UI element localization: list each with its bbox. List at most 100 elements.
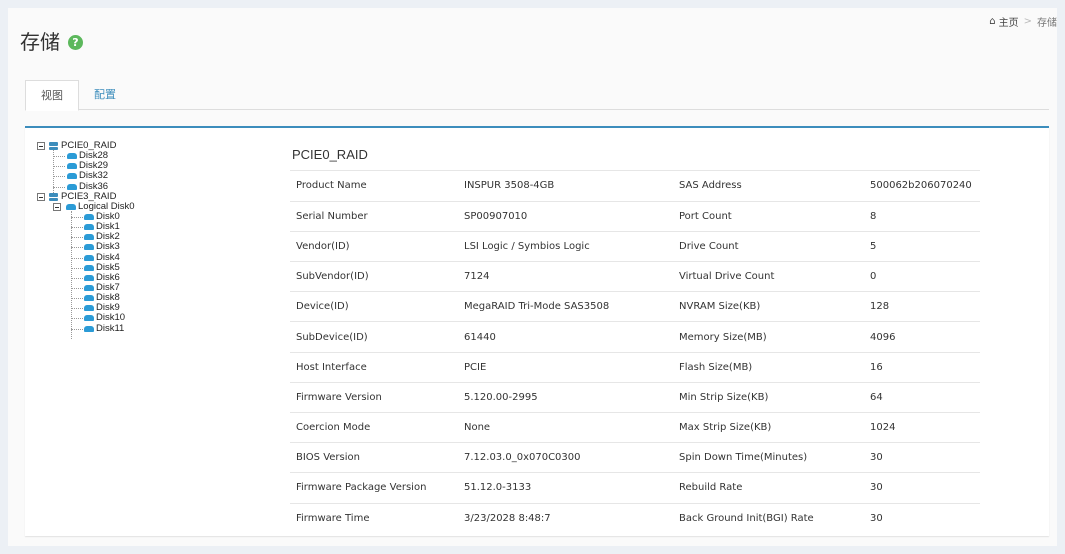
tree-node-controller[interactable]: PCIE0_RAID — [37, 140, 267, 151]
disk-icon — [84, 305, 94, 312]
tree-connector — [71, 227, 83, 229]
property-label: Drive Count — [673, 231, 864, 263]
property-value: 5 — [864, 231, 980, 263]
property-row: SubDevice(ID) 61440 Memory Size(MB) 4096 — [290, 321, 980, 353]
property-label: Product Name — [290, 171, 458, 202]
disk-icon — [67, 173, 77, 180]
tree-connector — [71, 328, 83, 330]
property-row: Firmware Time 3/23/2028 8:48:7 Back Ground… — [290, 503, 980, 533]
disk-icon — [84, 295, 94, 302]
property-value: 8 — [864, 201, 980, 232]
property-label: Rebuild Rate — [673, 472, 864, 504]
tree-connector — [71, 277, 83, 279]
property-row: BIOS Version 7.12.03.0_0x070C0300 Spin Dow… — [290, 442, 980, 474]
property-row: Product Name INSPUR 3508-4GB SAS Address 50… — [290, 171, 980, 202]
property-value: INSPUR 3508-4GB — [458, 171, 673, 202]
property-label: Port Count — [673, 201, 864, 232]
properties-table: Product Name INSPUR 3508-4GB SAS Address 50… — [290, 171, 980, 533]
property-row: Vendor(ID) LSI Logic / Symbios Logic Drive… — [290, 231, 980, 263]
property-value: PCIE — [458, 352, 673, 383]
disk-icon — [84, 244, 94, 251]
tree-connector — [71, 216, 83, 218]
disk-icon — [66, 203, 76, 210]
storage-page: 存储 ? ⌂ 主页 > 存储 视图 配置 PCIE0_RAID Disk28 Dis… — [8, 8, 1057, 546]
storage-tree: PCIE0_RAID Disk28 Disk29 Disk32 Disk36 PCIE3_… — [37, 140, 267, 339]
disk-icon — [84, 284, 94, 291]
tab-bar: 视图 配置 — [25, 80, 1049, 111]
tree-node-disk[interactable]: Disk29 — [37, 161, 267, 171]
property-value: 4096 — [864, 321, 980, 353]
property-label: Memory Size(MB) — [673, 321, 864, 353]
property-label: Flash Size(MB) — [673, 352, 864, 383]
tab-config[interactable]: 配置 — [79, 80, 131, 110]
property-label: SubDevice(ID) — [290, 321, 458, 353]
disk-icon — [84, 325, 94, 332]
property-value: 61440 — [458, 321, 673, 353]
disk-icon — [67, 163, 77, 170]
help-icon[interactable]: ? — [68, 34, 83, 50]
property-label: Back Ground Init(BGI) Rate — [679, 512, 814, 524]
property-value: 128 — [864, 291, 980, 323]
property-label: SubVendor(ID) — [290, 261, 458, 293]
property-value: 30 — [864, 442, 980, 474]
controller-detail: PCIE0_RAID Product Name INSPUR 3508-4GB SA… — [290, 145, 980, 533]
property-label: SAS Address — [673, 171, 864, 202]
property-row: Serial Number SP00907010 Port Count 8 — [290, 201, 980, 232]
property-label: Firmware Version — [290, 382, 458, 414]
property-row: Host Interface PCIE Flash Size(MB) 16 — [290, 352, 980, 383]
property-value: None — [458, 412, 673, 444]
disk-icon — [84, 234, 94, 241]
property-value: 51.12.0-3133 — [458, 472, 673, 504]
property-value: 500062b206070240 — [864, 171, 980, 202]
collapse-toggle-icon[interactable] — [37, 142, 45, 150]
tree-node-label: Disk11 — [96, 322, 125, 334]
tree-connector — [53, 156, 65, 158]
property-row: Firmware Package Version 51.12.0-3133 Rebu… — [290, 472, 980, 504]
raid-controller-icon — [49, 192, 58, 202]
property-label: BIOS Version — [290, 442, 458, 474]
property-row: Firmware Version 5.120.00-2995 Min Strip S… — [290, 382, 980, 414]
disk-icon — [67, 153, 77, 160]
breadcrumb-home[interactable]: 主页 — [999, 14, 1019, 29]
property-label: Host Interface — [290, 352, 458, 383]
tree-connector — [53, 176, 65, 178]
property-value: 30 — [870, 512, 883, 524]
tree-connector — [71, 267, 83, 269]
property-value: 30 — [864, 472, 980, 504]
property-label: Firmware Package Version — [290, 472, 458, 504]
tree-node-disk[interactable]: Disk32 — [37, 171, 267, 181]
property-label: Spin Down Time(Minutes) — [673, 442, 864, 474]
collapse-toggle-icon[interactable] — [53, 202, 61, 211]
tree-connector — [71, 237, 83, 239]
breadcrumb-separator: > — [1023, 16, 1032, 27]
tree-connector — [53, 166, 65, 168]
tree-node-disk[interactable]: Disk28 — [37, 150, 267, 161]
disk-icon — [84, 315, 94, 322]
tree-connector — [71, 318, 83, 320]
tree-connector — [71, 308, 83, 310]
property-value: SP00907010 — [458, 201, 673, 232]
property-value: 64 — [864, 382, 980, 414]
property-label: Max Strip Size(KB) — [673, 412, 864, 444]
collapse-toggle-icon[interactable] — [37, 192, 45, 201]
disk-icon — [67, 183, 77, 190]
tab-view[interactable]: 视图 — [25, 80, 79, 111]
property-row: Coercion Mode None Max Strip Size(KB) 1024 — [290, 412, 980, 444]
property-label: Device(ID) — [290, 291, 458, 323]
property-row: SubVendor(ID) 7124 Virtual Drive Count 0 — [290, 261, 980, 293]
property-label: Coercion Mode — [290, 412, 458, 444]
home-icon[interactable]: ⌂ — [989, 16, 995, 27]
disk-icon — [84, 213, 94, 220]
property-label: Firmware Time — [296, 512, 370, 524]
tree-connector — [71, 210, 72, 339]
tree-connector — [53, 186, 65, 188]
breadcrumb: ⌂ 主页 > 存储 — [989, 14, 1057, 29]
disk-icon — [84, 254, 94, 261]
disk-icon — [84, 274, 94, 281]
property-value: MegaRAID Tri-Mode SAS3508 — [458, 291, 673, 323]
property-value: 1024 — [864, 412, 980, 444]
tree-connector — [71, 287, 83, 289]
breadcrumb-current: 存储 — [1037, 18, 1057, 29]
tree-connector — [71, 247, 83, 249]
tree-node-controller[interactable]: PCIE3_RAID — [37, 191, 267, 202]
